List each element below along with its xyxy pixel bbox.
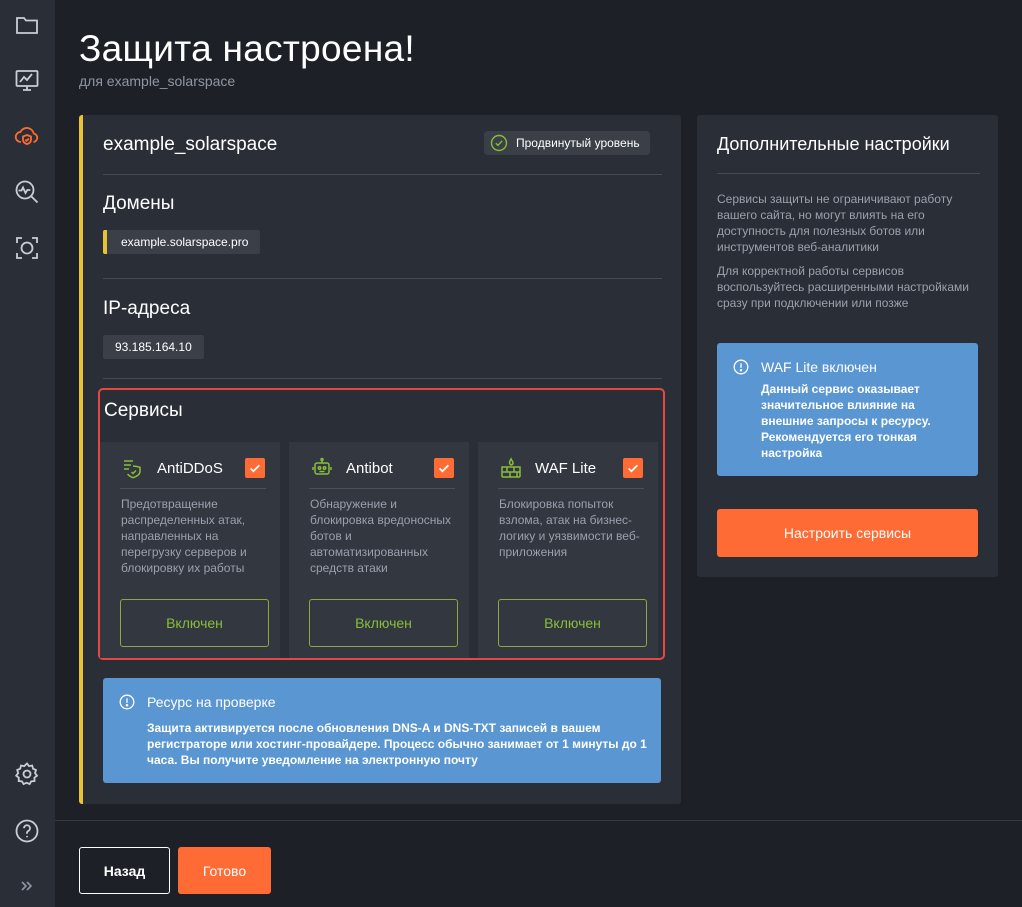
extra-settings-card: Дополнительные настройки Сервисы защиты … xyxy=(697,115,998,577)
service-card-waf-lite: WAF Lite Блокировка попыток взлома, атак… xyxy=(478,442,658,658)
resource-name: example_solarspace xyxy=(103,134,278,155)
divider xyxy=(103,378,662,379)
extra-settings-paragraph: Сервисы защиты не ограничивают работу ва… xyxy=(717,192,953,254)
robot-icon xyxy=(312,457,332,475)
info-icon xyxy=(119,694,135,710)
level-badge: Продвинутый уровень xyxy=(484,131,650,155)
waf-notice-text: Данный сервис оказывает значительное вли… xyxy=(761,382,931,460)
check-circle-icon xyxy=(490,134,508,152)
service-enabled-button-antibot[interactable]: Включен xyxy=(309,599,458,647)
divider xyxy=(120,488,266,489)
configure-services-button[interactable]: Настроить сервисы xyxy=(717,509,978,557)
scan-icon[interactable] xyxy=(11,232,43,264)
folder-icon[interactable] xyxy=(11,9,43,41)
divider xyxy=(717,173,980,174)
monitor-chart-icon[interactable] xyxy=(11,64,43,96)
services-title: Сервисы xyxy=(104,400,183,421)
level-badge-label: Продвинутый уровень xyxy=(516,136,640,150)
footer-bar: Назад Готово xyxy=(55,820,1022,907)
gear-icon[interactable] xyxy=(11,758,43,790)
service-name: AntiDDoS xyxy=(157,460,223,477)
service-name: WAF Lite xyxy=(535,460,597,477)
extra-settings-title: Дополнительные настройки xyxy=(717,134,950,154)
back-button[interactable]: Назад xyxy=(79,847,170,894)
services-section: Сервисы AntiDDoS Предотвращение распреде… xyxy=(98,388,665,660)
service-checkbox-antibot[interactable] xyxy=(434,458,454,478)
page-subtitle: для example_solarspace xyxy=(79,73,236,89)
resource-card: example_solarspace Продвинутый уровень Д… xyxy=(79,115,681,804)
service-checkbox-waf-lite[interactable] xyxy=(623,458,643,478)
antiddos-icon xyxy=(124,460,141,479)
service-enabled-button-waf-lite[interactable]: Включен xyxy=(498,599,647,647)
domain-chip: example.solarspace.pro xyxy=(103,230,261,254)
search-pulse-icon[interactable] xyxy=(11,176,43,208)
service-enabled-button-antiddos[interactable]: Включен xyxy=(120,599,269,647)
check-notice-title: Ресурс на проверке xyxy=(147,694,276,710)
divider xyxy=(309,488,455,489)
page-title: Защита настроена! xyxy=(79,28,416,69)
service-description: Предотвращение распределенных атак, напр… xyxy=(121,497,247,575)
expand-icon[interactable] xyxy=(11,870,43,902)
domains-title: Домены xyxy=(103,193,175,214)
divider xyxy=(103,278,662,279)
checkmark-icon xyxy=(250,464,260,473)
checkmark-icon xyxy=(628,464,638,473)
ips-title: IP-адреса xyxy=(103,298,191,319)
sidebar xyxy=(0,0,55,907)
service-card-antiddos: AntiDDoS Предотвращение распределенных а… xyxy=(100,442,280,658)
check-notice: Ресурс на проверке Защита активируется п… xyxy=(103,678,661,783)
service-card-antibot: Antibot Обнаружение и блокировка вредоно… xyxy=(289,442,469,658)
service-checkbox-antiddos[interactable] xyxy=(245,458,265,478)
check-notice-text: Защита активируется после обновления DNS… xyxy=(147,721,647,767)
service-description: Обнаружение и блокировка вредоносных бот… xyxy=(310,497,452,575)
waf-notice-title: WAF Lite включен xyxy=(761,359,877,375)
help-icon[interactable] xyxy=(11,815,43,847)
ip-chip: 93.185.164.10 xyxy=(103,335,204,359)
divider xyxy=(103,174,662,175)
firewall-icon xyxy=(501,457,521,478)
info-icon xyxy=(733,359,749,375)
divider xyxy=(498,488,644,489)
waf-notice: WAF Lite включен Данный сервис оказывает… xyxy=(717,343,978,476)
cloud-shield-icon[interactable] xyxy=(11,120,43,152)
extra-settings-paragraph: Для корректной работы сервисов воспользу… xyxy=(717,264,969,310)
checkmark-icon xyxy=(439,464,449,473)
done-button[interactable]: Готово xyxy=(178,847,271,894)
service-name: Antibot xyxy=(346,460,393,477)
service-description: Блокировка попыток взлома, атак на бизне… xyxy=(499,497,640,559)
